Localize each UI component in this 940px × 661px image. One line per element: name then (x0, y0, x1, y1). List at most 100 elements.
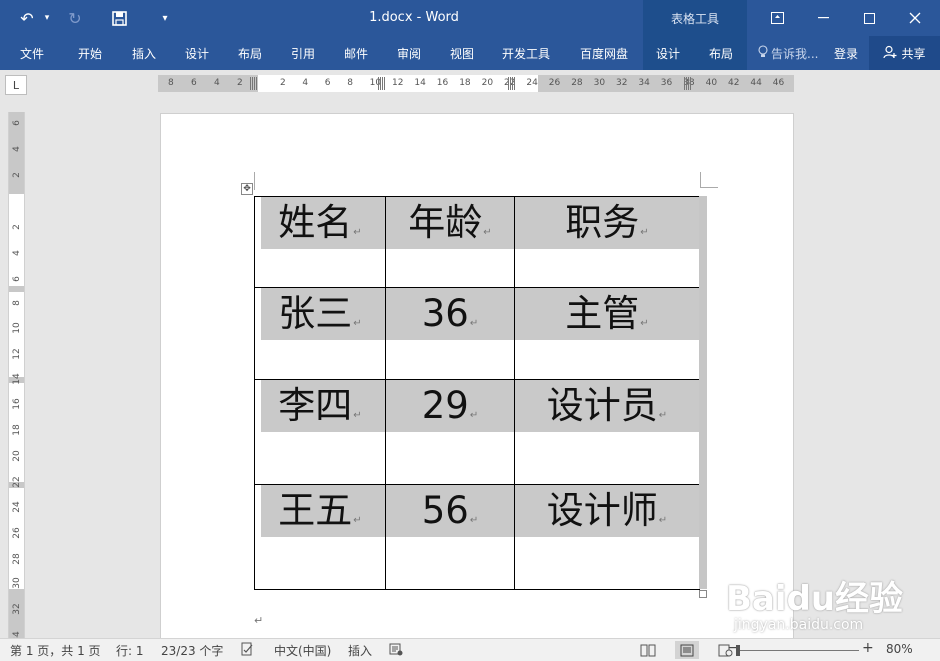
ruler-number: 6 (12, 276, 22, 282)
ruler-number: 16 (436, 78, 449, 88)
ruler-column-marker[interactable] (378, 77, 386, 90)
ribbon-display-options-icon[interactable] (754, 0, 800, 36)
table-row: 张三↵ 36↵ 主管↵ (254, 287, 700, 380)
tab-review[interactable]: 审阅 (397, 36, 421, 70)
page-count[interactable]: 第 1 页，共 1 页 (10, 642, 101, 659)
paragraph-mark: ↵ (353, 515, 362, 526)
paragraph-mark: ↵ (469, 515, 479, 526)
table-cell[interactable]: 29↵ (385, 379, 515, 485)
close-icon[interactable] (892, 0, 938, 36)
proofing-icon[interactable] (240, 642, 254, 659)
ruler-number: 30 (12, 577, 22, 589)
title-bar: ↶ ▾ ↻ ▾ 1.docx - Word 表格工具 (0, 0, 940, 36)
ruler-number: 14 (414, 78, 426, 88)
ruler-number: 2 (237, 78, 243, 88)
table-cell[interactable]: 张三↵ (254, 287, 386, 380)
ruler-number: 42 (728, 78, 740, 88)
ruler-number: 40 (705, 78, 718, 88)
table-cell[interactable]: 职务↵ (514, 196, 700, 288)
zoom-level[interactable]: 80% (886, 642, 913, 656)
cell-text: 主管 (565, 292, 640, 335)
tab-home[interactable]: 开始 (78, 36, 102, 70)
table-cell[interactable]: 56↵ (385, 484, 515, 590)
language-indicator[interactable]: 中文(中国) (274, 642, 331, 659)
minimize-icon[interactable] (800, 0, 846, 36)
table-cell[interactable]: 设计员↵ (514, 379, 700, 485)
insert-mode[interactable]: 插入 (348, 642, 372, 659)
ruler-number: 18 (12, 424, 22, 436)
paragraph-mark: ↵ (353, 318, 362, 329)
tab-table-layout[interactable]: 布局 (709, 36, 733, 70)
share-button[interactable]: 共享 (869, 36, 940, 70)
cell-text: 李四 (278, 384, 353, 427)
ruler-number: 10 (12, 322, 22, 334)
ruler-number: 4 (302, 78, 309, 88)
tab-file[interactable]: 文件 (20, 36, 44, 70)
tab-references[interactable]: 引用 (291, 36, 315, 70)
cell-text: 年龄 (408, 201, 483, 244)
line-number[interactable]: 行: 1 (116, 642, 144, 659)
zoom-in-icon[interactable]: + (862, 640, 874, 656)
table-cell[interactable]: 李四↵ (254, 379, 386, 485)
table-cell[interactable]: 王五↵ (254, 484, 386, 590)
table-resize-handle[interactable] (699, 590, 707, 598)
table-cell[interactable]: 年龄↵ (385, 196, 515, 288)
word-count[interactable]: 23/23 个字 (161, 642, 223, 659)
horizontal-ruler[interactable]: 8642246810121416182022242628303234363840… (158, 75, 794, 92)
cell-text: 设计员 (546, 384, 658, 427)
tab-baidu-netdisk[interactable]: 百度网盘 (580, 36, 628, 70)
document-table[interactable]: 姓名↵ 年龄↵ 职务↵ 张三↵ 36↵ 主管↵ 李四↵ 29↵ 设计员↵ 王五↵… (254, 196, 700, 590)
table-cell[interactable]: 设计师↵ (514, 484, 700, 590)
tell-me-search[interactable]: 告诉我... (758, 36, 818, 70)
ruler-number: 8 (12, 300, 22, 306)
table-cell[interactable]: 36↵ (385, 287, 515, 380)
ruler-number: 4 (12, 146, 22, 152)
person-add-icon (883, 45, 897, 62)
paragraph-mark: ↵ (483, 227, 492, 238)
ruler-number: 12 (12, 348, 22, 360)
zoom-slider-thumb[interactable] (736, 645, 740, 656)
tab-insert[interactable]: 插入 (132, 36, 156, 70)
zoom-slider[interactable] (737, 650, 859, 651)
tab-developer[interactable]: 开发工具 (502, 36, 550, 70)
paragraph-mark: ↵ (353, 410, 362, 421)
read-mode-icon[interactable] (636, 641, 660, 659)
ruler-column-marker[interactable] (684, 77, 692, 90)
sign-in-link[interactable]: 登录 (834, 36, 858, 70)
ruler-number: 28 (571, 78, 583, 88)
ruler-number: 34 (638, 78, 650, 88)
print-layout-icon[interactable] (675, 641, 699, 659)
paragraph-mark: ↵ (658, 410, 668, 421)
vertical-ruler[interactable]: 6 4 2 2 4 6 8 10 12 14 16 18 20 22 24 26 28 30 32 34 (8, 112, 25, 661)
tab-layout[interactable]: 布局 (238, 36, 262, 70)
table-row: 姓名↵ 年龄↵ 职务↵ (254, 196, 700, 288)
watermark-url: jingyan.baidu.com (734, 617, 864, 633)
paragraph-mark: ↵ (469, 318, 479, 329)
ruler-number: 6 (191, 78, 197, 88)
maximize-icon[interactable] (846, 0, 892, 36)
ruler-number: 6 (324, 78, 331, 88)
ruler-number: 26 (12, 527, 22, 539)
tell-me-label: 告诉我... (771, 46, 819, 61)
table-cell[interactable]: 主管↵ (514, 287, 700, 380)
ruler-number: 12 (392, 78, 404, 88)
tab-design[interactable]: 设计 (185, 36, 209, 70)
table-move-handle[interactable]: ✥ (241, 183, 253, 195)
macro-recording-icon[interactable] (389, 642, 403, 659)
paragraph-mark: ↵ (640, 318, 649, 329)
ruler-number: 14 (12, 373, 22, 385)
tab-table-design[interactable]: 设计 (656, 36, 680, 70)
ruler-number: 46 (772, 78, 785, 88)
tab-selector[interactable]: L (5, 75, 27, 95)
watermark-logo: Baidu经验 (726, 579, 904, 619)
ruler-column-marker[interactable] (508, 77, 516, 90)
margin-corner-mark (700, 172, 718, 188)
end-of-row-markers (699, 196, 707, 589)
cell-text: 56 (421, 489, 469, 532)
tab-mailings[interactable]: 邮件 (344, 36, 368, 70)
table-cell[interactable]: 姓名↵ (254, 196, 386, 288)
paragraph-mark: ↵ (353, 227, 362, 238)
tab-view[interactable]: 视图 (450, 36, 474, 70)
ruler-column-marker[interactable] (250, 77, 258, 90)
ruler-number: 30 (593, 78, 606, 88)
